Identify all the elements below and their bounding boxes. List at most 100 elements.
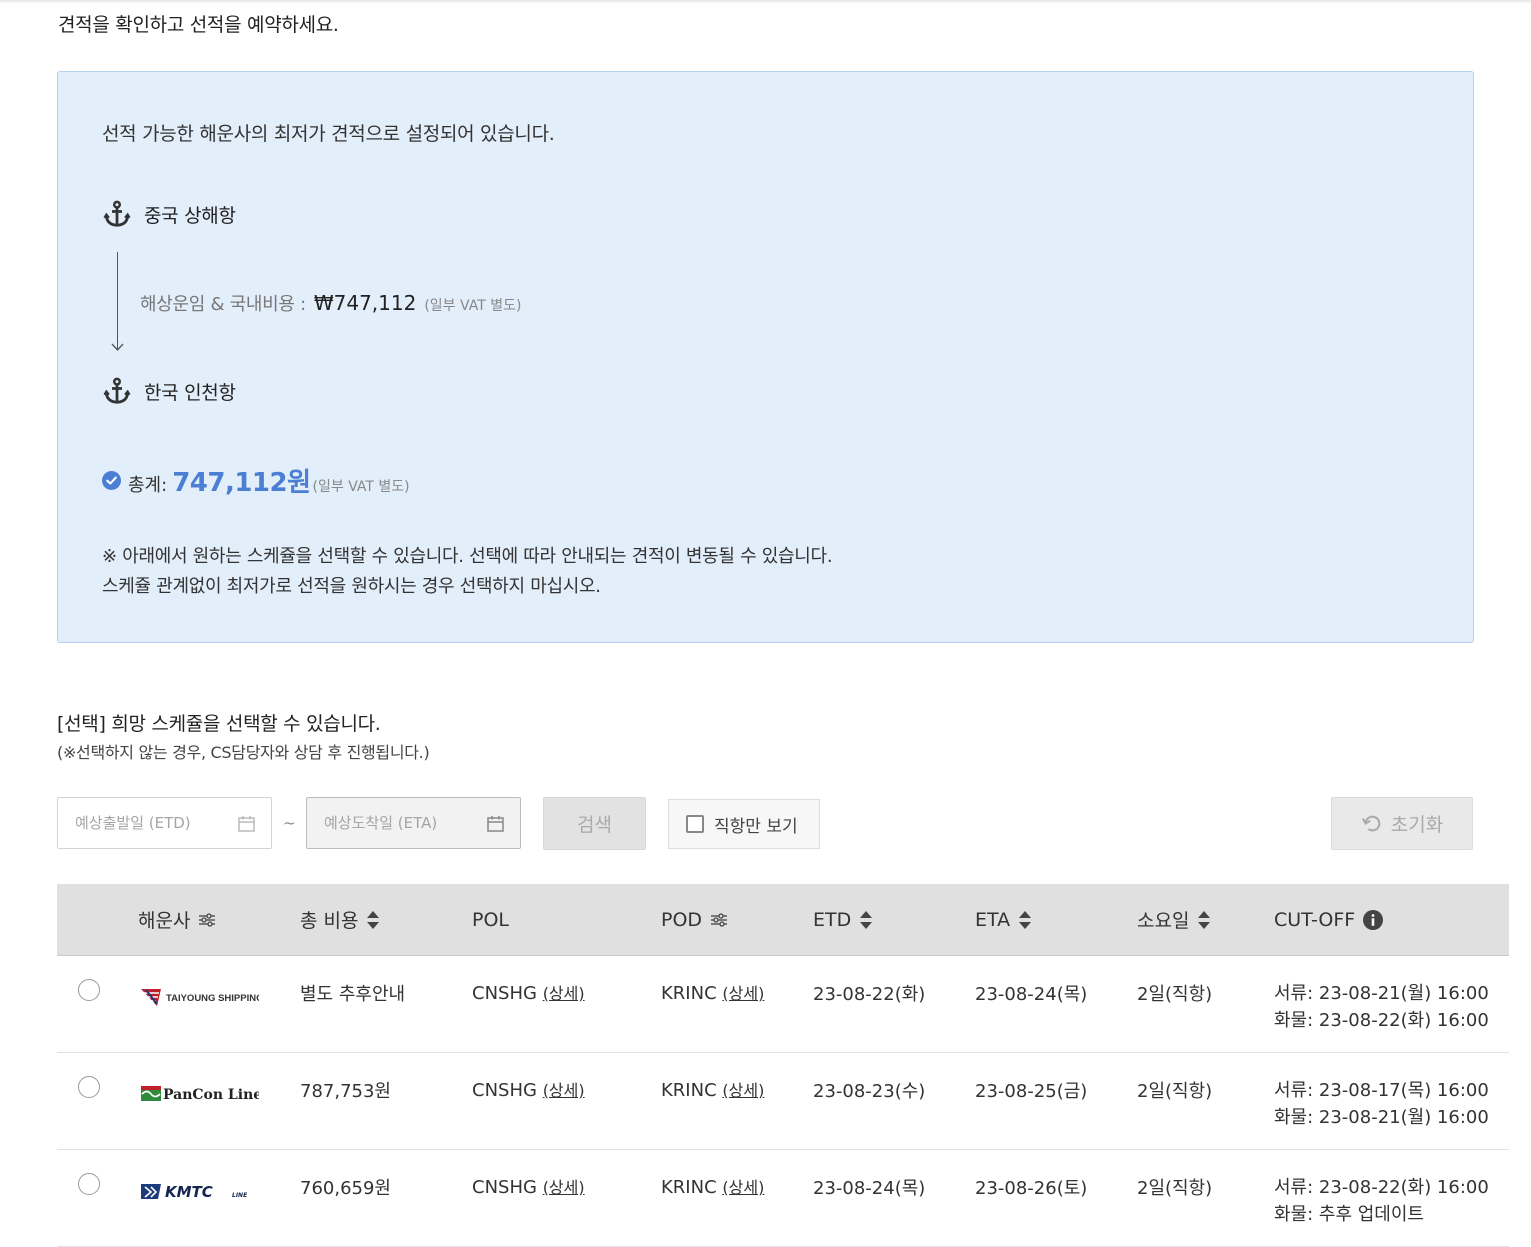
reset-label: 초기화 — [1390, 814, 1444, 836]
carrier-logo-subtext: LINE — [232, 1192, 248, 1199]
row-cutoff: 서류: 23-08-21(월) 16:00 화물: 23-08-22(화) 16… — [1274, 980, 1489, 1034]
row-cost: 760,659원 — [300, 1178, 391, 1199]
etd-date-input[interactable] — [73, 813, 227, 833]
row-cost: 별도 추후안내 — [300, 984, 406, 1005]
direct-only-toggle[interactable]: 직항만 보기 — [668, 799, 820, 849]
row-pod: KRINC (상세) — [661, 1077, 764, 1101]
row-duration: 2일(직항) — [1137, 1081, 1213, 1102]
date-range-separator: ~ — [283, 814, 296, 832]
quote-summary-box: 선적 가능한 해운사의 최저가 견적으로 설정되어 있습니다. 중국 상해항 해… — [57, 71, 1474, 643]
eta-date-field[interactable] — [306, 797, 521, 849]
pod-detail-link[interactable]: (상세) — [722, 984, 764, 1003]
origin-port: 중국 상해항 — [102, 199, 236, 229]
freight-value: ₩747,112 — [313, 291, 417, 315]
pod-detail-link[interactable]: (상세) — [722, 1178, 764, 1197]
freight-vat-note: (일부 VAT 별도) — [424, 298, 522, 314]
carrier-logo-text: TAIYOUNG SHIPPING — [166, 993, 259, 1004]
col-pol-label: POL — [472, 908, 509, 931]
notice-line-1: ※ 아래에서 원하는 스케쥴을 선택할 수 있습니다. 선택에 따라 안내되는 … — [102, 546, 833, 567]
table-header: 해운사 총 비용 POL POD ETD ETA 소요일 CUT-OFF — [57, 884, 1509, 956]
cutoff-cargo: 화물: 23-08-22(화) 16:00 — [1274, 1010, 1489, 1031]
col-carrier-label: 해운사 — [138, 910, 191, 932]
row-pol: CNSHG (상세) — [472, 1174, 585, 1198]
row-select-radio[interactable] — [78, 1076, 100, 1098]
schedule-subtitle: (※선택하지 않는 경우, CS담당자와 상담 후 진행됩니다.) — [57, 743, 430, 762]
pol-detail-link[interactable]: (상세) — [543, 1178, 585, 1197]
notice-line-2: 스케쥴 관계없이 최저가로 선적을 원하시는 경우 선택하지 마십시오. — [102, 576, 601, 597]
calendar-icon[interactable] — [238, 815, 255, 832]
col-eta-label: ETA — [975, 908, 1011, 931]
direct-only-checkbox[interactable] — [686, 815, 704, 833]
carrier-logo-pancon: PanCon Line — [139, 1079, 259, 1109]
cutoff-cargo: 화물: 23-08-21(월) 16:00 — [1274, 1107, 1489, 1128]
sliders-icon[interactable] — [198, 912, 216, 927]
route-line — [117, 252, 118, 350]
cutoff-doc: 서류: 23-08-22(화) 16:00 — [1274, 1177, 1489, 1198]
cutoff-doc: 서류: 23-08-17(목) 16:00 — [1274, 1080, 1489, 1101]
col-eta[interactable]: ETA — [975, 884, 1032, 955]
pod-detail-link[interactable]: (상세) — [722, 1081, 764, 1100]
total-vat-note: (일부 VAT 별도) — [312, 479, 410, 495]
page-title: 견적을 확인하고 선적을 예약하세요. — [58, 14, 339, 36]
row-etd: 23-08-22(화) — [813, 984, 926, 1005]
row-select-radio[interactable] — [78, 1173, 100, 1195]
freight-cost: 해상운임 & 국내비용 : ₩747,112 (일부 VAT 별도) — [140, 290, 521, 316]
table-row[interactable]: TAIYOUNG SHIPPING 별도 추후안내 CNSHG (상세) KRI… — [57, 956, 1509, 1053]
carrier-logo-text: PanCon Line — [163, 1087, 259, 1103]
col-etd[interactable]: ETD — [813, 884, 873, 955]
cutoff-doc: 서류: 23-08-21(월) 16:00 — [1274, 983, 1489, 1004]
sort-icon[interactable] — [859, 910, 873, 930]
row-eta: 23-08-25(금) — [975, 1081, 1088, 1102]
calendar-icon[interactable] — [487, 815, 504, 832]
col-etd-label: ETD — [813, 908, 852, 931]
total-label: 총계: — [128, 475, 168, 496]
row-pod: KRINC (상세) — [661, 980, 764, 1004]
table-row[interactable]: PanCon Line 787,753원 CNSHG (상세) KRINC (상… — [57, 1053, 1509, 1150]
table-row[interactable]: KMTC LINE 760,659원 CNSHG (상세) KRINC (상세)… — [57, 1150, 1509, 1247]
col-duration[interactable]: 소요일 — [1137, 884, 1211, 955]
col-cutoff: CUT-OFF — [1274, 884, 1384, 955]
carrier-logo-kmtc: KMTC LINE — [139, 1176, 259, 1206]
schedule-notice: ※ 아래에서 원하는 스케쥴을 선택할 수 있습니다. 선택에 따라 안내되는 … — [102, 542, 833, 602]
col-pod-label: POD — [661, 908, 703, 931]
sort-icon[interactable] — [366, 910, 380, 930]
col-carrier[interactable]: 해운사 — [138, 884, 216, 955]
eta-date-input[interactable] — [322, 813, 476, 833]
pol-detail-link[interactable]: (상세) — [543, 1081, 585, 1100]
sort-icon[interactable] — [1018, 910, 1032, 930]
total-value: 747,112원 — [172, 468, 311, 498]
row-pol-code: CNSHG — [472, 1080, 537, 1101]
carrier-logo-text: KMTC — [165, 1183, 213, 1201]
sort-icon[interactable] — [1197, 910, 1211, 930]
col-pod[interactable]: POD — [661, 884, 728, 955]
etd-date-field[interactable] — [57, 797, 272, 849]
origin-port-name: 중국 상해항 — [144, 204, 236, 227]
row-duration: 2일(직항) — [1137, 984, 1213, 1005]
row-etd: 23-08-24(목) — [813, 1178, 926, 1199]
row-pod: KRINC (상세) — [661, 1174, 764, 1198]
pol-detail-link[interactable]: (상세) — [543, 984, 585, 1003]
row-eta: 23-08-24(목) — [975, 984, 1088, 1005]
info-icon[interactable] — [1363, 909, 1384, 930]
row-duration: 2일(직항) — [1137, 1178, 1213, 1199]
row-select-radio[interactable] — [78, 979, 100, 1001]
sliders-icon[interactable] — [710, 912, 728, 927]
row-cutoff: 서류: 23-08-22(화) 16:00 화물: 추후 업데이트 — [1274, 1174, 1489, 1228]
cutoff-cargo: 화물: 추후 업데이트 — [1274, 1204, 1424, 1225]
undo-icon — [1361, 815, 1381, 831]
col-cost[interactable]: 총 비용 — [300, 884, 380, 955]
search-button[interactable]: 검색 — [543, 797, 646, 850]
total-cost: 총계: 747,112원 (일부 VAT 별도) — [102, 462, 410, 499]
top-shadow — [0, 0, 1531, 4]
freight-label: 해상운임 & 국내비용 : — [140, 294, 306, 315]
row-pod-code: KRINC — [661, 983, 717, 1004]
col-duration-label: 소요일 — [1137, 910, 1190, 932]
anchor-icon — [102, 199, 132, 229]
direct-only-label: 직항만 보기 — [714, 816, 798, 837]
reset-button[interactable]: 초기화 — [1331, 797, 1473, 850]
row-pol-code: CNSHG — [472, 1177, 537, 1198]
row-pod-code: KRINC — [661, 1080, 717, 1101]
check-circle-icon — [102, 471, 121, 490]
row-pol: CNSHG (상세) — [472, 1077, 585, 1101]
row-pol-code: CNSHG — [472, 983, 537, 1004]
